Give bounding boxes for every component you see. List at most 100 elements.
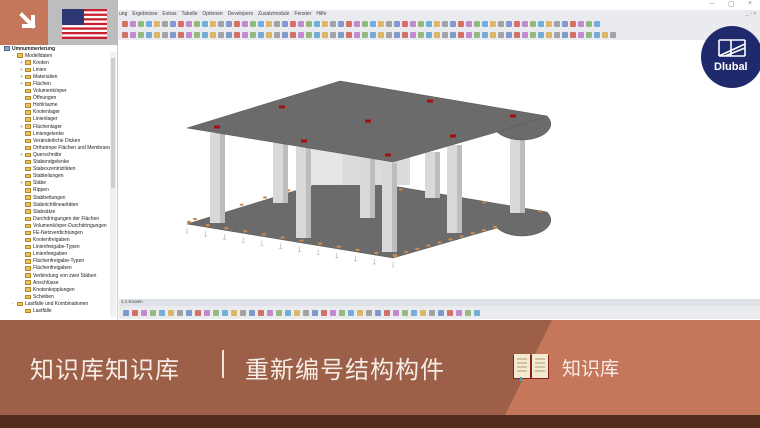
toolbar-button[interactable] <box>362 31 368 38</box>
table-toolbar-button[interactable] <box>438 309 444 316</box>
table-toolbar-button[interactable] <box>294 309 300 316</box>
tree-item[interactable]: + Flächenlager <box>0 123 117 130</box>
tree-item[interactable]: Flächenfreigaben <box>0 265 117 272</box>
tree-item[interactable]: Stabsätze <box>0 208 117 215</box>
toolbar-button[interactable] <box>498 20 504 27</box>
menu-results[interactable]: Ergebnisse <box>132 11 157 17</box>
toolbar-button[interactable] <box>562 20 568 27</box>
toolbar-button[interactable] <box>194 31 200 38</box>
table-toolbar-button[interactable] <box>213 309 219 316</box>
toolbar-button[interactable] <box>410 31 416 38</box>
table-toolbar-button[interactable] <box>258 309 264 316</box>
table-toolbar-button[interactable] <box>357 309 363 316</box>
toolbar-button[interactable] <box>426 20 432 27</box>
table-toolbar-button[interactable] <box>231 309 237 316</box>
toolbar-button[interactable] <box>482 31 488 38</box>
table-toolbar-button[interactable] <box>249 309 255 316</box>
table-toolbar-button[interactable] <box>420 309 426 316</box>
toolbar-button[interactable] <box>522 31 528 38</box>
tree-item[interactable]: Veränderliche Dicken <box>0 137 117 144</box>
toolbar-button[interactable] <box>450 20 456 27</box>
tree-item[interactable]: Volumenkörper-Durchdringungen <box>0 222 117 229</box>
toolbar-button[interactable] <box>538 20 544 27</box>
toolbar-button[interactable] <box>386 20 392 27</box>
maximize-button[interactable]: ▢ <box>728 0 735 8</box>
toolbar-button[interactable] <box>314 20 320 27</box>
tree-item[interactable]: Scheiben <box>0 293 117 300</box>
toolbar-button[interactable] <box>354 20 360 27</box>
tree-item[interactable]: + Materialien <box>0 73 117 80</box>
toolbar-button[interactable] <box>434 31 440 38</box>
toolbar-button[interactable] <box>482 20 488 27</box>
toolbar-button[interactable] <box>554 20 560 27</box>
menu-item[interactable]: ung <box>119 11 127 17</box>
toolbar-button[interactable] <box>210 20 216 27</box>
toolbar-button[interactable] <box>354 31 360 38</box>
tree-item[interactable]: Stabendgelenke <box>0 159 117 166</box>
tree-item[interactable]: Orthotrope Flächen und Membranen <box>0 144 117 151</box>
toolbar-button[interactable] <box>378 31 384 38</box>
toolbar-button[interactable] <box>458 20 464 27</box>
table-toolbar-button[interactable] <box>447 309 453 316</box>
toolbar-button[interactable] <box>450 31 456 38</box>
toolbar-button[interactable] <box>394 31 400 38</box>
toolbar-button[interactable] <box>202 20 208 27</box>
toolbar-button[interactable] <box>282 31 288 38</box>
tree-item[interactable]: Knotenkopplungen <box>0 286 117 293</box>
table-toolbar-button[interactable] <box>267 309 273 316</box>
toolbar-button[interactable] <box>242 20 248 27</box>
toolbar-button[interactable] <box>258 31 264 38</box>
table-toolbar-button[interactable] <box>276 309 282 316</box>
toolbar-button[interactable] <box>306 31 312 38</box>
menu-extras[interactable]: Extras <box>162 11 176 17</box>
menu-addons[interactable]: Zusatzmodule <box>258 11 289 17</box>
toolbar-button[interactable] <box>122 20 128 27</box>
table-toolbar-button[interactable] <box>393 309 399 316</box>
tree-item[interactable]: Knotenfreigaben <box>0 237 117 244</box>
table-toolbar-button[interactable] <box>159 309 165 316</box>
toolbar-button[interactable] <box>266 31 272 38</box>
toolbar-button[interactable] <box>434 20 440 27</box>
toolbar-button[interactable] <box>346 20 352 27</box>
table-toolbar-button[interactable] <box>204 309 210 316</box>
toolbar-button[interactable] <box>442 31 448 38</box>
toolbar-button[interactable] <box>330 31 336 38</box>
tree-item[interactable]: Stabteilungen <box>0 173 117 180</box>
toolbar-button[interactable] <box>570 20 576 27</box>
toolbar-button[interactable] <box>250 20 256 27</box>
tree-item[interactable]: Liniengelenke <box>0 130 117 137</box>
tree-item[interactable]: + Linien <box>0 66 117 73</box>
next-arrow-button[interactable] <box>0 0 48 45</box>
table-toolbar-button[interactable] <box>168 309 174 316</box>
tree-item[interactable]: FE-Netzverdichtungen <box>0 229 117 236</box>
toolbar-button[interactable] <box>370 31 376 38</box>
toolbar-button[interactable] <box>290 20 296 27</box>
table-toolbar-button[interactable] <box>195 309 201 316</box>
toolbar-button[interactable] <box>162 31 168 38</box>
toolbar-button[interactable] <box>234 20 240 27</box>
toolbar-button[interactable] <box>298 31 304 38</box>
table-toolbar-button[interactable] <box>474 309 480 316</box>
table-toolbar-button[interactable] <box>240 309 246 316</box>
table-toolbar-button[interactable] <box>411 309 417 316</box>
toolbar-button[interactable] <box>314 31 320 38</box>
table-toolbar-button[interactable] <box>186 309 192 316</box>
toolbar-button[interactable] <box>578 31 584 38</box>
toolbar-button[interactable] <box>274 31 280 38</box>
toolbar-button[interactable] <box>610 31 616 38</box>
table-toolbar-button[interactable] <box>132 309 138 316</box>
toolbar-button[interactable] <box>378 20 384 27</box>
toolbar-button[interactable] <box>154 20 160 27</box>
toolbar-button[interactable] <box>322 31 328 38</box>
table-toolbar-button[interactable] <box>429 309 435 316</box>
toolbar-button[interactable] <box>306 20 312 27</box>
toolbar-button[interactable] <box>530 20 536 27</box>
toolbar-button[interactable] <box>594 20 600 27</box>
toolbar-button[interactable] <box>586 20 592 27</box>
toolbar-button[interactable] <box>490 31 496 38</box>
toolbar-button[interactable] <box>458 31 464 38</box>
tree-item[interactable]: Öffnungen <box>0 95 117 102</box>
toolbar-button[interactable] <box>178 20 184 27</box>
table-toolbar-button[interactable] <box>150 309 156 316</box>
toolbar-button[interactable] <box>122 31 128 38</box>
